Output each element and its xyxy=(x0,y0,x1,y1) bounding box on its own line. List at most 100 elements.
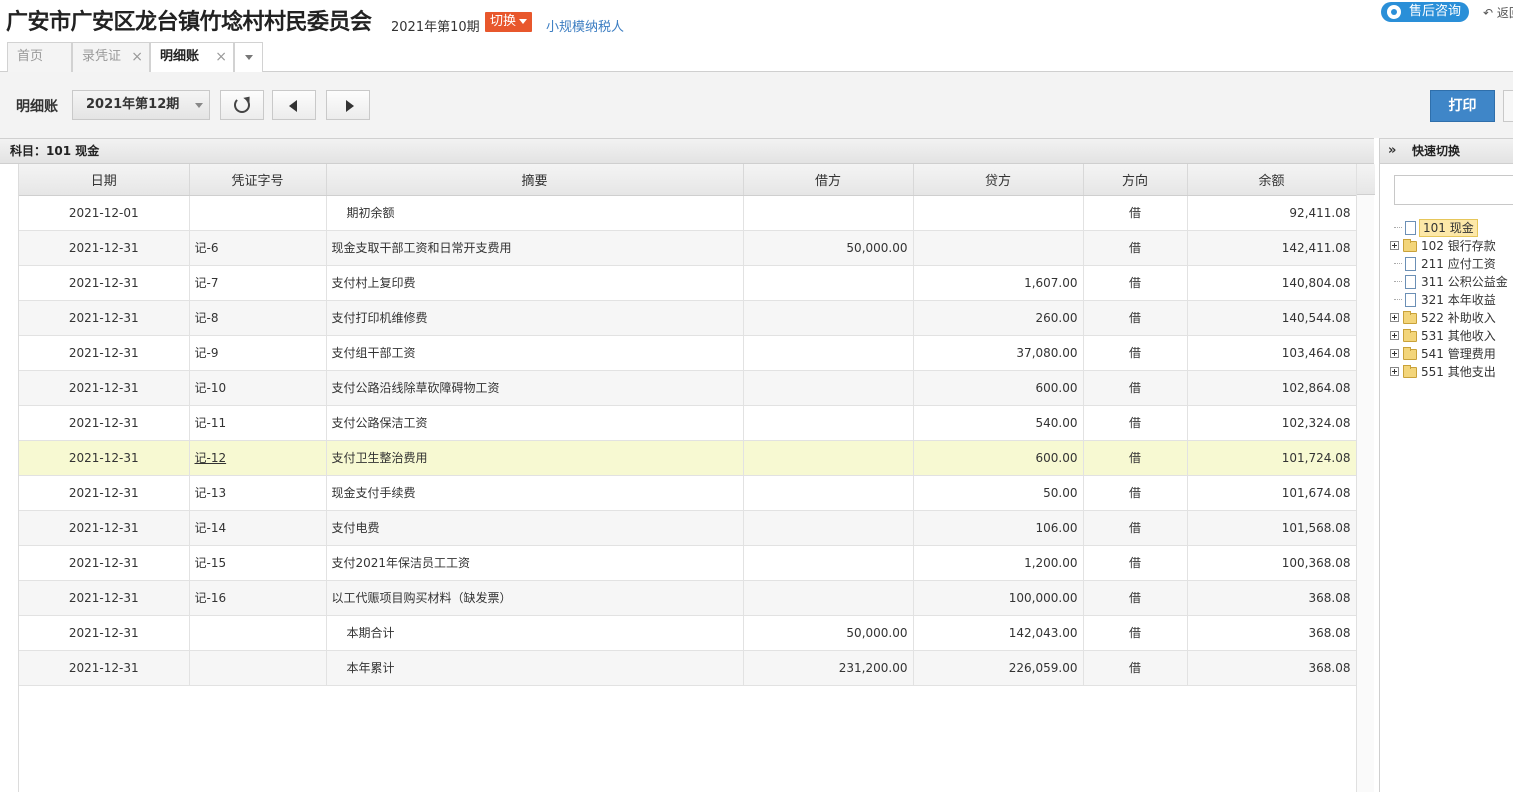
switch-label: 切换 xyxy=(490,14,517,29)
cell-summary: 以工代赈项目购买材料（缺发票） xyxy=(326,580,744,616)
expand-plus-icon[interactable] xyxy=(1390,313,1399,322)
folder-icon xyxy=(1403,365,1417,378)
expand-plus-icon[interactable] xyxy=(1390,349,1399,358)
cell-direction: 借 xyxy=(1083,230,1188,266)
column-header-voucher[interactable]: 凭证字号 xyxy=(189,164,327,196)
consult-button[interactable]: 售后咨询 xyxy=(1381,2,1469,22)
column-header-credit[interactable]: 贷方 xyxy=(913,164,1084,196)
column-header-date[interactable]: 日期 xyxy=(19,164,190,196)
table-header-row: 日期 凭证字号 摘要 借方 贷方 方向 余额 xyxy=(19,164,1357,196)
table-row[interactable]: 2021-12-31 本年累计 231,200.00 226,059.00 借 368.0… xyxy=(19,650,1357,686)
table-row[interactable]: 2021-12-31 记-10 支付公路沿线除草砍障碍物工资 600.00 借 102,8… xyxy=(19,370,1357,406)
voucher-link[interactable]: 记-10 xyxy=(195,381,227,395)
cell-direction: 借 xyxy=(1083,580,1188,616)
cell-date: 2021-12-31 xyxy=(19,615,190,651)
tree-item[interactable]: 531 其他收入 xyxy=(1388,327,1513,345)
tree-item-label: 541 管理费用 xyxy=(1421,347,1496,361)
cell-balance: 100,368.08 xyxy=(1187,545,1357,581)
more-button[interactable] xyxy=(1503,90,1513,122)
column-header-debit[interactable]: 借方 xyxy=(743,164,914,196)
cell-date: 2021-12-31 xyxy=(19,580,190,616)
refresh-button[interactable] xyxy=(220,90,264,120)
expand-plus-icon[interactable] xyxy=(1390,241,1399,250)
tab-label: 首页 xyxy=(17,49,44,64)
voucher-link[interactable]: 记-13 xyxy=(195,486,227,500)
cell-balance: 368.08 xyxy=(1187,650,1357,686)
tab-voucher-entry[interactable]: 录凭证 × xyxy=(72,42,150,72)
tree-item[interactable]: 101 现金 xyxy=(1388,219,1513,237)
vertical-scrollbar[interactable] xyxy=(1356,164,1375,792)
table-row[interactable]: 2021-12-01 期初余额 借 92,411.08 xyxy=(19,195,1357,231)
subject-bar: 科目：101 现金 xyxy=(0,138,1374,164)
tree-item[interactable]: 541 管理费用 xyxy=(1388,345,1513,363)
triangle-left-icon xyxy=(289,100,297,112)
quick-switch-search-input[interactable] xyxy=(1394,175,1513,205)
switch-period-button[interactable]: 切换 xyxy=(485,12,533,32)
tree-item[interactable]: 311 公积公益金 xyxy=(1388,273,1513,291)
table-row[interactable]: 2021-12-31 记-16 以工代赈项目购买材料（缺发票） 100,000.00 借… xyxy=(19,580,1357,616)
column-header-summary[interactable]: 摘要 xyxy=(326,164,744,196)
tab-menu-button[interactable] xyxy=(234,42,263,72)
cell-debit xyxy=(743,475,914,511)
close-icon[interactable]: × xyxy=(131,43,143,71)
quick-switch-title: 快速切换 xyxy=(1412,144,1461,158)
voucher-link[interactable]: 记-14 xyxy=(195,521,227,535)
cell-voucher xyxy=(189,195,327,231)
tree-item[interactable]: 522 补助收入 xyxy=(1388,309,1513,327)
tree-item-label: 311 公积公益金 xyxy=(1421,275,1508,289)
cell-direction: 借 xyxy=(1083,265,1188,301)
cell-voucher: 记-15 xyxy=(189,545,327,581)
voucher-link[interactable]: 记-7 xyxy=(195,276,219,290)
cell-date: 2021-12-31 xyxy=(19,440,190,476)
tree-item[interactable]: 551 其他支出 xyxy=(1388,363,1513,381)
collapse-chevron-icon[interactable]: » xyxy=(1388,139,1396,163)
cell-debit xyxy=(743,335,914,371)
voucher-link[interactable]: 记-9 xyxy=(195,346,219,360)
previous-period-button[interactable] xyxy=(272,90,316,120)
cell-debit xyxy=(743,510,914,546)
tab-detail-ledger[interactable]: 明细账 × xyxy=(150,42,234,73)
voucher-link[interactable]: 记-8 xyxy=(195,311,219,325)
back-link[interactable]: ↶ 返回 xyxy=(1483,4,1513,21)
print-button[interactable]: 打印 xyxy=(1430,90,1495,122)
table-row[interactable]: 2021-12-31 记-14 支付电费 106.00 借 101,568.08 xyxy=(19,510,1357,546)
period-select[interactable]: 2021年第12期 xyxy=(72,90,210,120)
voucher-link[interactable]: 记-15 xyxy=(195,556,227,570)
taxpayer-type-link[interactable]: 小规模纳税人 xyxy=(546,16,624,35)
cell-credit: 100,000.00 xyxy=(913,580,1084,616)
cell-debit: 231,200.00 xyxy=(743,650,914,686)
table-row[interactable]: 2021-12-31 记-6 现金支取干部工资和日常开支费用 50,000.00 借 14… xyxy=(19,230,1357,266)
cell-debit xyxy=(743,580,914,616)
table-row[interactable]: 2021-12-31 记-13 现金支付手续费 50.00 借 101,674.08 xyxy=(19,475,1357,511)
column-header-direction[interactable]: 方向 xyxy=(1083,164,1188,196)
voucher-link[interactable]: 记-6 xyxy=(195,241,219,255)
next-period-button[interactable] xyxy=(326,90,370,120)
table-row[interactable]: 2021-12-31 记-11 支付公路保洁工资 540.00 借 102,324.08 xyxy=(19,405,1357,441)
tree-item[interactable]: 102 银行存款 xyxy=(1388,237,1513,255)
expand-plus-icon[interactable] xyxy=(1390,331,1399,340)
expand-plus-icon[interactable] xyxy=(1390,367,1399,376)
table-row[interactable]: 2021-12-31 记-9 支付组干部工资 37,080.00 借 103,464.08 xyxy=(19,335,1357,371)
ledger-table: 日期 凭证字号 摘要 借方 贷方 方向 余额 2021-12-01 期初余额借 92… xyxy=(19,164,1357,686)
cell-direction: 借 xyxy=(1083,440,1188,476)
voucher-link[interactable]: 记-16 xyxy=(195,591,227,605)
folder-icon xyxy=(1403,311,1417,324)
table-row[interactable]: 2021-12-31 记-12 支付卫生整治费用 600.00 借 101,724.08 xyxy=(19,440,1357,476)
cell-summary: 支付村上复印费 xyxy=(326,265,744,301)
cell-credit: 106.00 xyxy=(913,510,1084,546)
table-row[interactable]: 2021-12-31 记-8 支付打印机维修费 260.00 借 140,544.08 xyxy=(19,300,1357,336)
tree-item-label: 102 银行存款 xyxy=(1421,239,1496,253)
tree-item[interactable]: 211 应付工资 xyxy=(1388,255,1513,273)
voucher-link[interactable]: 记-11 xyxy=(195,416,227,430)
tab-home[interactable]: 首页 xyxy=(7,42,72,72)
cell-balance: 140,544.08 xyxy=(1187,300,1357,336)
tree-item[interactable]: 321 本年收益 xyxy=(1388,291,1513,309)
close-icon[interactable]: × xyxy=(215,43,227,71)
table-row[interactable]: 2021-12-31 本期合计 50,000.00 142,043.00 借 368.08 xyxy=(19,615,1357,651)
table-row[interactable]: 2021-12-31 记-7 支付村上复印费 1,607.00 借 140,804.08 xyxy=(19,265,1357,301)
table-row[interactable]: 2021-12-31 记-15 支付2021年保洁员工工资 1,200.00 借 100,… xyxy=(19,545,1357,581)
column-header-balance[interactable]: 余额 xyxy=(1187,164,1357,196)
cell-credit: 37,080.00 xyxy=(913,335,1084,371)
voucher-link[interactable]: 记-12 xyxy=(195,451,227,465)
cell-summary: 支付2021年保洁员工工资 xyxy=(326,545,744,581)
